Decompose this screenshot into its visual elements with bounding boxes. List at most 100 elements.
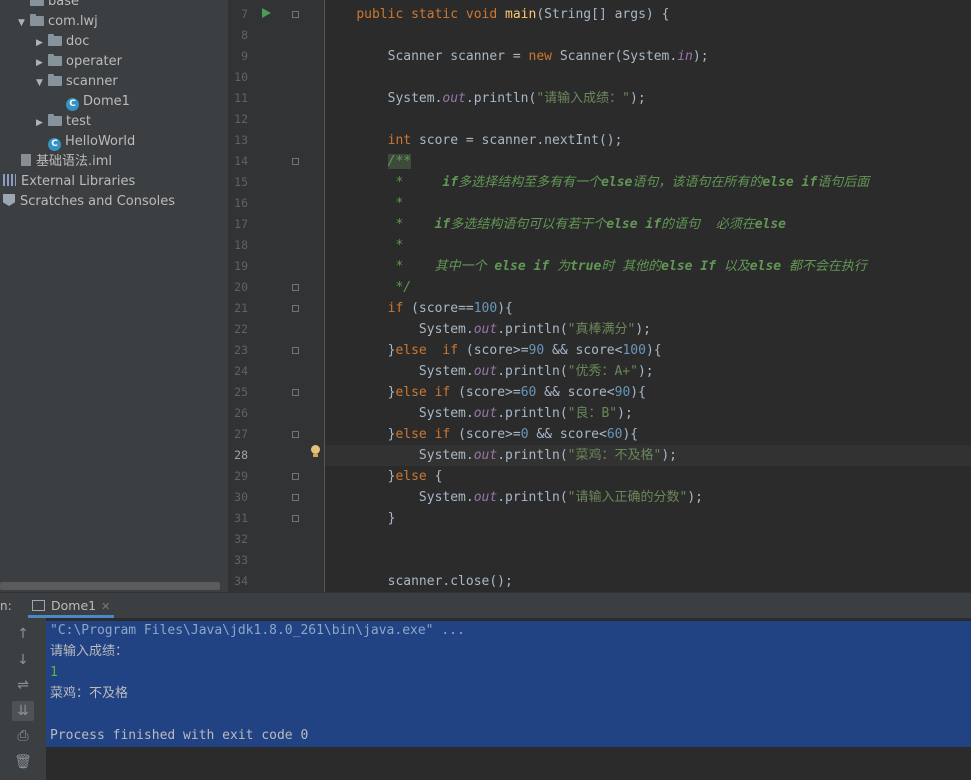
- code-token: ){: [497, 301, 513, 316]
- tree-item[interactable]: External Libraries: [0, 172, 135, 192]
- code-line[interactable]: Scanner scanner = new Scanner(System.in)…: [325, 46, 709, 67]
- tree-item[interactable]: C Dome1: [54, 92, 130, 112]
- code-token: (score>=: [465, 343, 529, 358]
- fold-marker-icon[interactable]: [292, 494, 299, 501]
- intention-bulb-icon[interactable]: [311, 445, 320, 457]
- code-editor[interactable]: public static void main(String[] args) {…: [325, 0, 971, 592]
- code-line[interactable]: *: [325, 235, 403, 256]
- line-number: 29: [234, 469, 248, 483]
- code-token: out: [473, 448, 498, 463]
- code-line[interactable]: System.out.println("真棒满分");: [325, 319, 651, 340]
- console-output[interactable]: "C:\Program Files\Java\jdk1.8.0_261\bin\…: [46, 618, 971, 780]
- print-icon[interactable]: ⎙: [12, 726, 34, 746]
- fold-marker-icon[interactable]: [292, 305, 299, 312]
- tree-item-label: scanner: [66, 74, 118, 89]
- code-line[interactable]: *: [325, 193, 403, 214]
- line-number: 8: [241, 28, 248, 42]
- tree-item-label: 基础语法.iml: [36, 154, 113, 169]
- tree-item[interactable]: base: [18, 0, 79, 12]
- code-line[interactable]: }: [325, 508, 396, 529]
- code-token: out: [442, 91, 466, 106]
- code-token: && score<: [536, 385, 615, 400]
- code-token: System.: [325, 91, 443, 106]
- line-number: 16: [234, 196, 248, 210]
- code-token: );: [617, 406, 633, 421]
- code-token: *: [325, 175, 443, 190]
- code-token: ){: [645, 343, 662, 358]
- scroll-to-end-icon[interactable]: ⇊: [12, 700, 34, 721]
- code-line[interactable]: * if多选择结构至多有有一个else语句，该语句在所有的else if语句后面: [325, 172, 869, 193]
- code-line[interactable]: * 其中一个 else if 为true时 其他的else If 以及else …: [325, 256, 867, 277]
- tree-item-label: External Libraries: [21, 174, 136, 189]
- code-line[interactable]: if (score==100){: [325, 298, 513, 319]
- code-token: ){: [622, 427, 639, 442]
- code-token: 以及: [715, 259, 750, 274]
- code-line[interactable]: int score = scanner.nextInt();: [325, 130, 623, 151]
- code-line[interactable]: * if多选结构语句可以有若干个else if的语句 必须在else: [325, 214, 786, 235]
- code-token: else if: [395, 343, 466, 358]
- chevron-right-icon[interactable]: ▶: [36, 33, 48, 53]
- chevron-down-icon[interactable]: ▼: [18, 13, 30, 33]
- fold-marker-icon[interactable]: [292, 158, 299, 165]
- code-line[interactable]: }else if (score>=0 && score<60){: [325, 424, 639, 445]
- chevron-right-icon[interactable]: ▶: [36, 113, 48, 133]
- code-token: }: [325, 469, 396, 484]
- code-line[interactable]: System.out.println("请输入成绩：");: [325, 88, 646, 109]
- fold-marker-icon[interactable]: [292, 389, 299, 396]
- up-arrow-icon[interactable]: ↑: [12, 624, 34, 644]
- run-tab-dome1[interactable]: Dome1 ✕: [28, 594, 115, 618]
- code-line[interactable]: }else if (score>=60 && score<90){: [325, 382, 646, 403]
- code-token: 90: [528, 343, 545, 358]
- down-arrow-icon[interactable]: ↓: [12, 650, 34, 670]
- code-line[interactable]: */: [325, 277, 411, 298]
- code-token: Scanner scanner =: [325, 49, 529, 64]
- code-line[interactable]: }else {: [325, 466, 443, 487]
- code-token: "请输入正确的分数": [567, 490, 688, 505]
- line-number: 12: [234, 112, 248, 126]
- tree-item[interactable]: ▼ com.lwj: [18, 12, 98, 32]
- code-line[interactable]: System.out.println("请输入正确的分数");: [325, 487, 703, 508]
- code-line[interactable]: System.out.println("良：B");: [325, 403, 633, 424]
- soft-wrap-icon[interactable]: ⇌: [12, 675, 34, 695]
- chevron-right-icon[interactable]: ▶: [36, 53, 48, 73]
- code-token: /**: [387, 154, 412, 169]
- trash-icon[interactable]: 🗑: [12, 752, 34, 772]
- code-line[interactable]: }else if (score>=90 && score<100){: [325, 340, 662, 361]
- tree-item[interactable]: ▶ doc: [36, 32, 89, 52]
- tree-item-label: com.lwj: [48, 14, 98, 29]
- tree-item[interactable]: C HelloWorld: [36, 132, 135, 152]
- fold-marker-icon[interactable]: [292, 515, 299, 522]
- code-line[interactable]: /**: [325, 151, 412, 172]
- tree-item[interactable]: Scratches and Consoles: [0, 192, 175, 212]
- tree-item[interactable]: ▶ operater: [36, 52, 122, 72]
- code-line[interactable]: scanner.close();: [325, 571, 513, 592]
- code-token: "优秀：A+": [567, 364, 638, 379]
- code-token: .println(: [497, 322, 568, 337]
- tree-item[interactable]: ▼ scanner: [36, 72, 118, 92]
- code-token: 时 其他的: [601, 259, 662, 274]
- close-icon[interactable]: ✕: [101, 600, 110, 613]
- line-number: 28: [234, 448, 248, 462]
- fold-marker-icon[interactable]: [292, 11, 299, 18]
- fold-marker-icon[interactable]: [292, 473, 299, 480]
- tree-item[interactable]: ▶ test: [36, 112, 91, 132]
- code-token: true: [570, 259, 602, 274]
- code-token: );: [630, 91, 646, 106]
- fold-marker-icon[interactable]: [292, 284, 299, 291]
- code-token: 60: [520, 385, 537, 400]
- line-number: 17: [234, 217, 248, 231]
- code-line[interactable]: System.out.println("菜鸡：不及格");: [325, 445, 677, 466]
- project-tree-scrollbar[interactable]: [0, 582, 220, 590]
- tree-item-label: Scratches and Consoles: [20, 194, 176, 209]
- code-token: 多选结构语句可以有若干个: [450, 217, 607, 232]
- chevron-down-icon[interactable]: ▼: [36, 73, 48, 93]
- code-line[interactable]: public static void main(String[] args) {: [325, 4, 669, 25]
- tree-item[interactable]: 基础语法.iml: [18, 152, 112, 172]
- code-token: .println(: [497, 490, 568, 505]
- code-line[interactable]: System.out.println("优秀：A+");: [325, 361, 654, 382]
- fold-marker-icon[interactable]: [292, 431, 299, 438]
- line-number: 34: [234, 574, 248, 588]
- line-number: 13: [234, 133, 248, 147]
- fold-marker-icon[interactable]: [292, 347, 299, 354]
- run-gutter-icon[interactable]: [262, 8, 271, 18]
